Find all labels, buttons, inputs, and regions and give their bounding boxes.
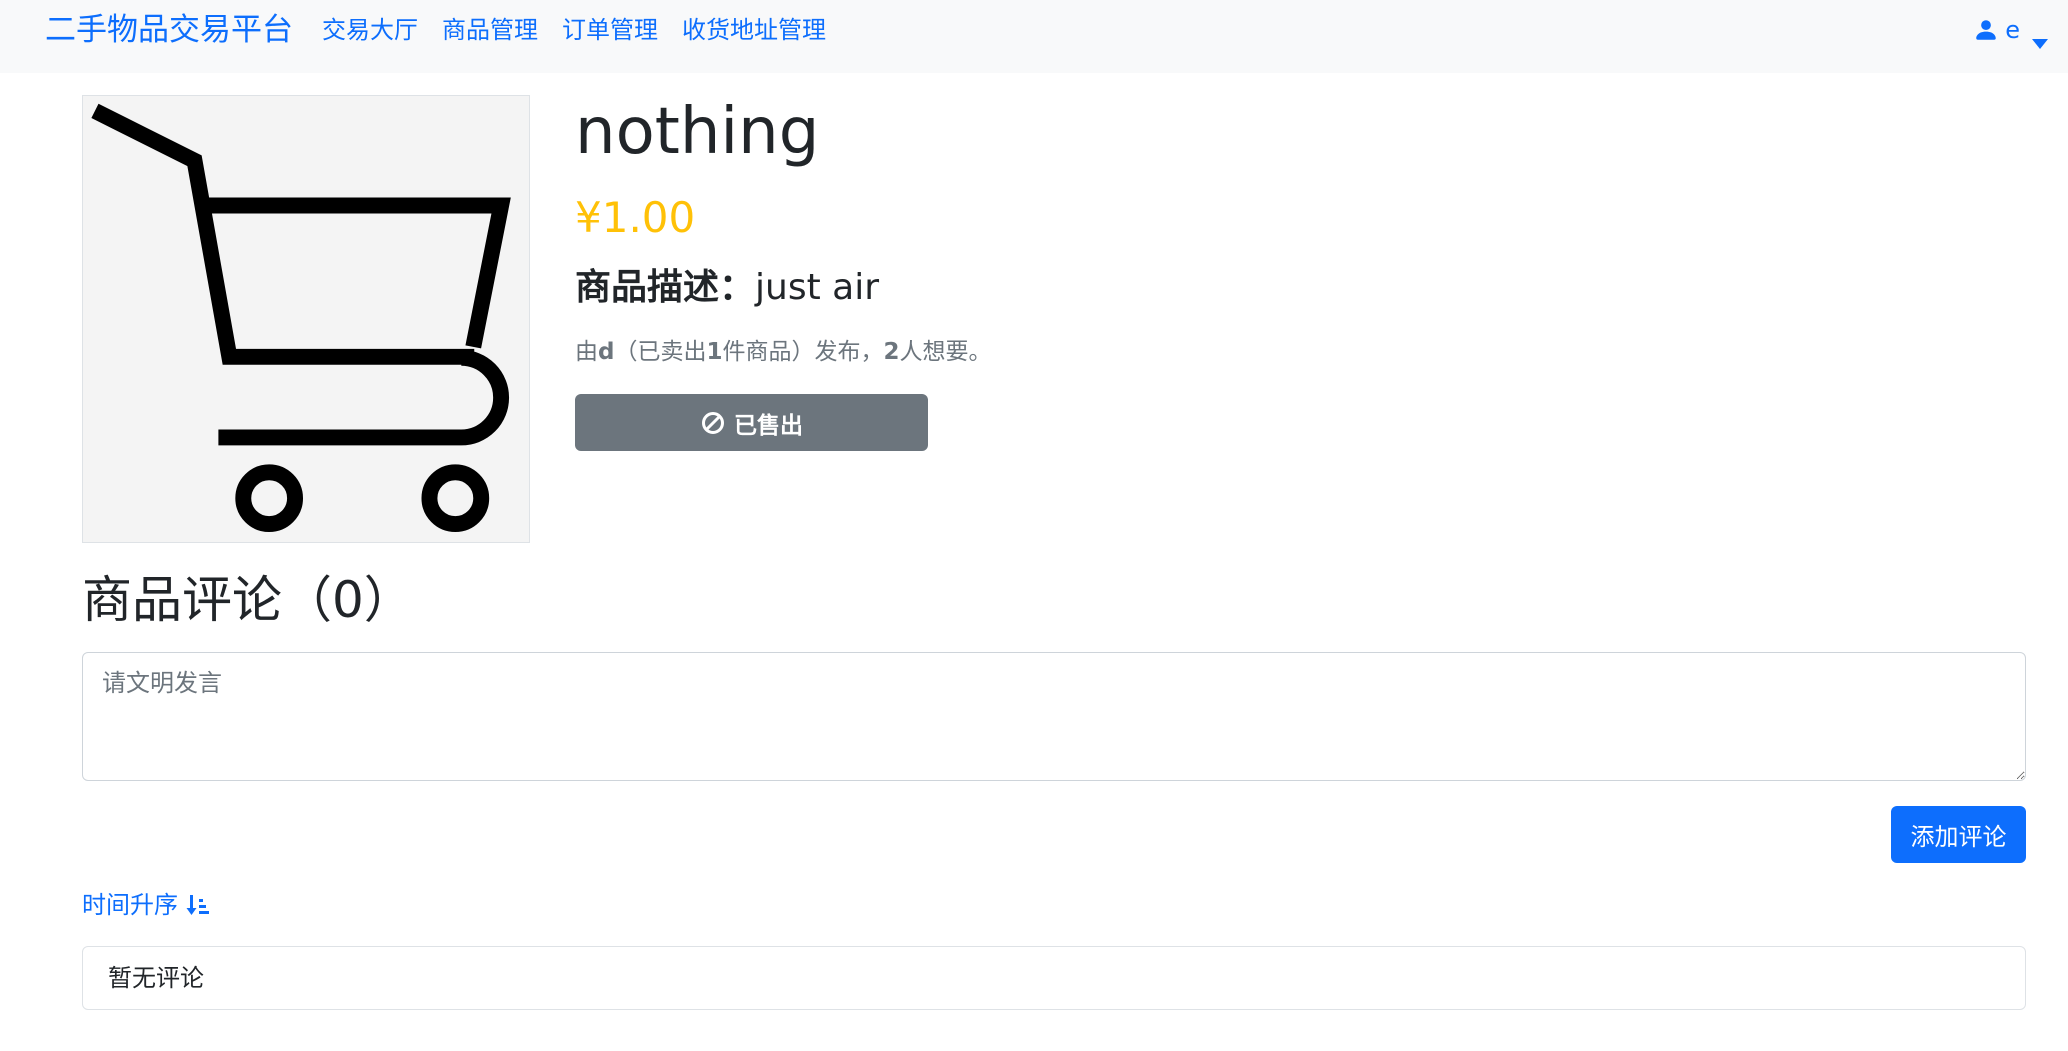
seller-name: d: [598, 339, 615, 365]
sort-down-icon: [186, 893, 210, 917]
nav-link-order-management[interactable]: 订单管理: [562, 14, 658, 46]
empty-comments-text: 暂无评论: [108, 964, 204, 992]
description-label: 商品描述：: [575, 267, 756, 308]
nav-link-address-management[interactable]: 收货地址管理: [682, 14, 826, 46]
brand-link[interactable]: 二手物品交易平台: [45, 10, 293, 50]
nav-link-trading-hall[interactable]: 交易大厅: [322, 14, 418, 46]
sort-by-time-link[interactable]: 时间升序: [82, 889, 210, 921]
navbar: 二手物品交易平台 交易大厅 商品管理 订单管理 收货地址管理 e: [0, 0, 2068, 73]
sold-prefix: （已卖出: [614, 339, 707, 365]
comments-title: 商品评论（0）: [82, 571, 414, 629]
user-dropdown[interactable]: e: [1973, 14, 2048, 49]
seller-info: 由d（已卖出1件商品）发布，2人想要。: [575, 336, 992, 368]
caret-down-icon: [2032, 25, 2048, 49]
sort-label: 时间升序: [82, 891, 178, 919]
sold-count: 1: [706, 339, 723, 365]
comment-list: 暂无评论: [82, 946, 2026, 1010]
description-text: just air: [755, 267, 880, 308]
comment-input[interactable]: [82, 652, 2026, 781]
nav-link-product-management[interactable]: 商品管理: [442, 14, 538, 46]
sold-status-button[interactable]: 已售出: [575, 394, 928, 451]
seller-prefix: 由: [575, 339, 598, 365]
product-price: ¥1.00: [575, 193, 696, 242]
sold-suffix: 件商品）发布，: [722, 339, 884, 365]
product-image: [82, 95, 530, 543]
ban-icon: [700, 410, 726, 436]
person-fill-icon: [1973, 17, 1999, 43]
user-name: e: [2005, 16, 2020, 44]
product-title: nothing: [575, 95, 820, 169]
product-description: 商品描述：just air: [575, 264, 879, 312]
sold-button-label: 已售出: [734, 412, 803, 439]
want-suffix: 人想要。: [899, 339, 992, 365]
want-count: 2: [883, 339, 900, 365]
add-comment-button[interactable]: 添加评论: [1891, 806, 2026, 863]
shopping-cart-icon: [91, 103, 511, 533]
